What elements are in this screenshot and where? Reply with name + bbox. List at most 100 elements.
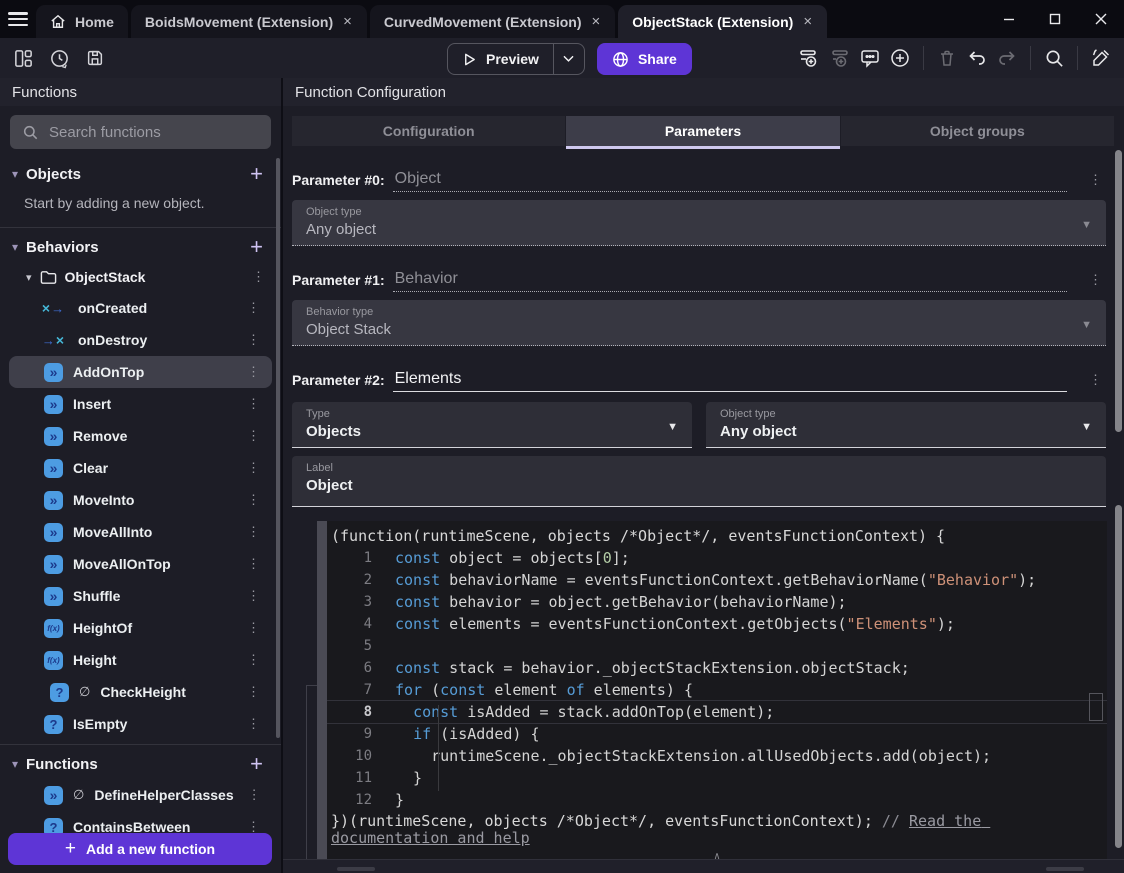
editor-tab-curvedmovement-extension-[interactable]: CurvedMovement (Extension) × (369, 5, 616, 38)
more-options-icon[interactable]: ⋮ (243, 652, 264, 668)
code-line-1[interactable]: 1 const object = objects[0]; (327, 547, 1107, 569)
more-options-icon[interactable]: ⋮ (243, 716, 264, 732)
close-tab-icon[interactable]: × (802, 13, 813, 30)
tab-object-groups[interactable]: Object groups (840, 116, 1114, 146)
parameter-2-type-select[interactable]: Type Objects ▼ (292, 402, 692, 448)
add-behavior-button[interactable]: + (250, 236, 269, 258)
function-item-moveallinto[interactable]: » MoveAllInto ⋮ (9, 516, 272, 548)
code-line-10[interactable]: 10 runtimeScene._objectStackExtension.al… (327, 745, 1107, 767)
function-item-shuffle[interactable]: » Shuffle ⋮ (9, 580, 272, 612)
parameter-2-name-input[interactable]: Elements (392, 370, 1067, 392)
function-item-checkheight[interactable]: ? ∅ CheckHeight ⋮ (9, 676, 272, 708)
code-line-7[interactable]: 7 for (const element of elements) { (327, 679, 1107, 701)
more-options-icon[interactable]: ⋮ (243, 300, 264, 316)
tab-configuration[interactable]: Configuration (292, 116, 566, 146)
parameter-1-name-input[interactable]: Behavior (392, 270, 1067, 292)
more-options-icon[interactable]: ⋮ (243, 460, 264, 476)
add-other-icon[interactable] (887, 45, 913, 71)
minimize-button[interactable] (986, 0, 1032, 38)
more-options-icon[interactable]: ⋮ (243, 556, 264, 572)
parameter-2-label-input[interactable]: Label Object (292, 456, 1106, 507)
preview-options-button[interactable] (552, 44, 584, 74)
add-comment-icon[interactable] (857, 45, 883, 71)
editor-tab-home[interactable]: Home (36, 5, 128, 38)
maximize-button[interactable] (1032, 0, 1078, 38)
code-line-11[interactable]: 11 } (327, 767, 1107, 789)
more-options-icon[interactable]: ⋮ (243, 684, 264, 700)
add-event-icon[interactable] (797, 45, 823, 71)
parameter-0-object-type-select[interactable]: Object type Any object ▼ (292, 200, 1106, 246)
code-line-12[interactable]: 12} (327, 789, 1107, 811)
function-item-definehelperclasses[interactable]: » ∅ DefineHelperClasses ⋮ (9, 779, 272, 811)
search-functions-input[interactable]: Search functions (10, 115, 271, 149)
function-item-heightof[interactable]: f(x) HeightOf ⋮ (9, 612, 272, 644)
parameter-1-behavior-type-select[interactable]: Behavior type Object Stack ▼ (292, 300, 1106, 346)
more-options-icon[interactable]: ⋮ (243, 620, 264, 636)
code-editor[interactable]: (function(runtimeScene, objects /*Object… (327, 521, 1107, 868)
event-drag-handle[interactable] (317, 521, 327, 868)
history-icon[interactable] (46, 45, 72, 71)
js-code-event[interactable]: (function(runtimeScene, objects /*Object… (317, 521, 1107, 868)
save-icon[interactable] (82, 45, 108, 71)
more-options-icon[interactable]: ⋮ (248, 269, 269, 285)
parameters-scrollbar[interactable] (1115, 150, 1122, 432)
parameter-0-name-input[interactable]: Object (392, 170, 1067, 192)
more-options-icon[interactable]: ⋮ (1085, 172, 1106, 192)
section-behaviors[interactable]: ▾ Behaviors + (0, 232, 281, 262)
code-line-8[interactable]: 8 const isAdded = stack.addOnTop(element… (327, 700, 1107, 724)
add-object-button[interactable]: + (250, 163, 269, 185)
section-objects[interactable]: ▾ Objects + (0, 159, 281, 189)
code-lines: 1 const object = objects[0]; 2 const behavi… (327, 547, 1107, 811)
function-item-moveinto[interactable]: » MoveInto ⋮ (9, 484, 272, 516)
code-line-2[interactable]: 2 const behaviorName = eventsFunctionCont… (327, 569, 1107, 591)
more-options-icon[interactable]: ⋮ (243, 364, 264, 380)
panels-layout-icon[interactable] (10, 45, 36, 71)
delete-icon[interactable] (934, 45, 960, 71)
behavior-group-objectstack[interactable]: ▾ ObjectStack ⋮ (0, 262, 281, 292)
code-line-5[interactable]: 5 (327, 635, 1107, 657)
more-options-icon[interactable]: ⋮ (1085, 272, 1106, 292)
search-icon[interactable] (1041, 45, 1067, 71)
more-options-icon[interactable]: ⋮ (1085, 372, 1106, 392)
function-item-height[interactable]: f(x) Height ⋮ (9, 644, 272, 676)
more-options-icon[interactable]: ⋮ (243, 588, 264, 604)
function-item-insert[interactable]: » Insert ⋮ (9, 388, 272, 420)
close-tab-icon[interactable]: × (591, 13, 602, 30)
more-options-icon[interactable]: ⋮ (243, 396, 264, 412)
main-menu-button[interactable] (0, 0, 36, 38)
more-options-icon[interactable]: ⋮ (243, 524, 264, 540)
undo-icon[interactable] (964, 45, 990, 71)
tab-parameters[interactable]: Parameters (566, 116, 840, 149)
code-line-3[interactable]: 3 const behavior = object.getBehavior(beh… (327, 591, 1107, 613)
function-item-clear[interactable]: » Clear ⋮ (9, 452, 272, 484)
sidebar-scrollbar[interactable] (276, 158, 280, 738)
function-item-addontop[interactable]: » AddOnTop ⋮ (9, 356, 272, 388)
function-item-isempty[interactable]: ? IsEmpty ⋮ (9, 708, 272, 740)
section-functions[interactable]: ▾ Functions + (0, 749, 281, 779)
editor-tab-objectstack-extension-[interactable]: ObjectStack (Extension) × (618, 5, 828, 38)
add-subevent-icon[interactable] (827, 45, 853, 71)
function-item-ondestroy[interactable]: → × onDestroy ⋮ (9, 324, 272, 356)
code-line-6[interactable]: 6 const stack = behavior._objectStackExte… (327, 657, 1107, 679)
redo-icon[interactable] (994, 45, 1020, 71)
function-item-moveallontop[interactable]: » MoveAllOnTop ⋮ (9, 548, 272, 580)
function-item-oncreated[interactable]: × → onCreated ⋮ (9, 292, 272, 324)
parameter-2-object-type-select[interactable]: Object type Any object ▼ (706, 402, 1106, 448)
code-line-9[interactable]: 9 if (isAdded) { (327, 723, 1107, 745)
close-tab-icon[interactable]: × (342, 13, 353, 30)
add-free-function-button[interactable]: + (250, 753, 269, 775)
code-line-4[interactable]: 4 const elements = eventsFunctionContext.… (327, 613, 1107, 635)
preview-button[interactable]: Preview (448, 51, 553, 67)
more-options-icon[interactable]: ⋮ (244, 787, 265, 803)
events-scrollbar[interactable] (1115, 505, 1122, 848)
more-options-icon[interactable]: ⋮ (243, 332, 264, 348)
more-options-icon[interactable]: ⋮ (243, 428, 264, 444)
add-new-function-button[interactable]: + Add a new function (8, 833, 272, 865)
editor-tab-boidsmovement-extension-[interactable]: BoidsMovement (Extension) × (130, 5, 367, 38)
edit-pen-icon[interactable] (1088, 45, 1114, 71)
share-button[interactable]: Share (596, 43, 692, 75)
line-number: 9 (363, 726, 372, 742)
function-item-remove[interactable]: » Remove ⋮ (9, 420, 272, 452)
more-options-icon[interactable]: ⋮ (243, 492, 264, 508)
close-window-button[interactable] (1078, 0, 1124, 38)
